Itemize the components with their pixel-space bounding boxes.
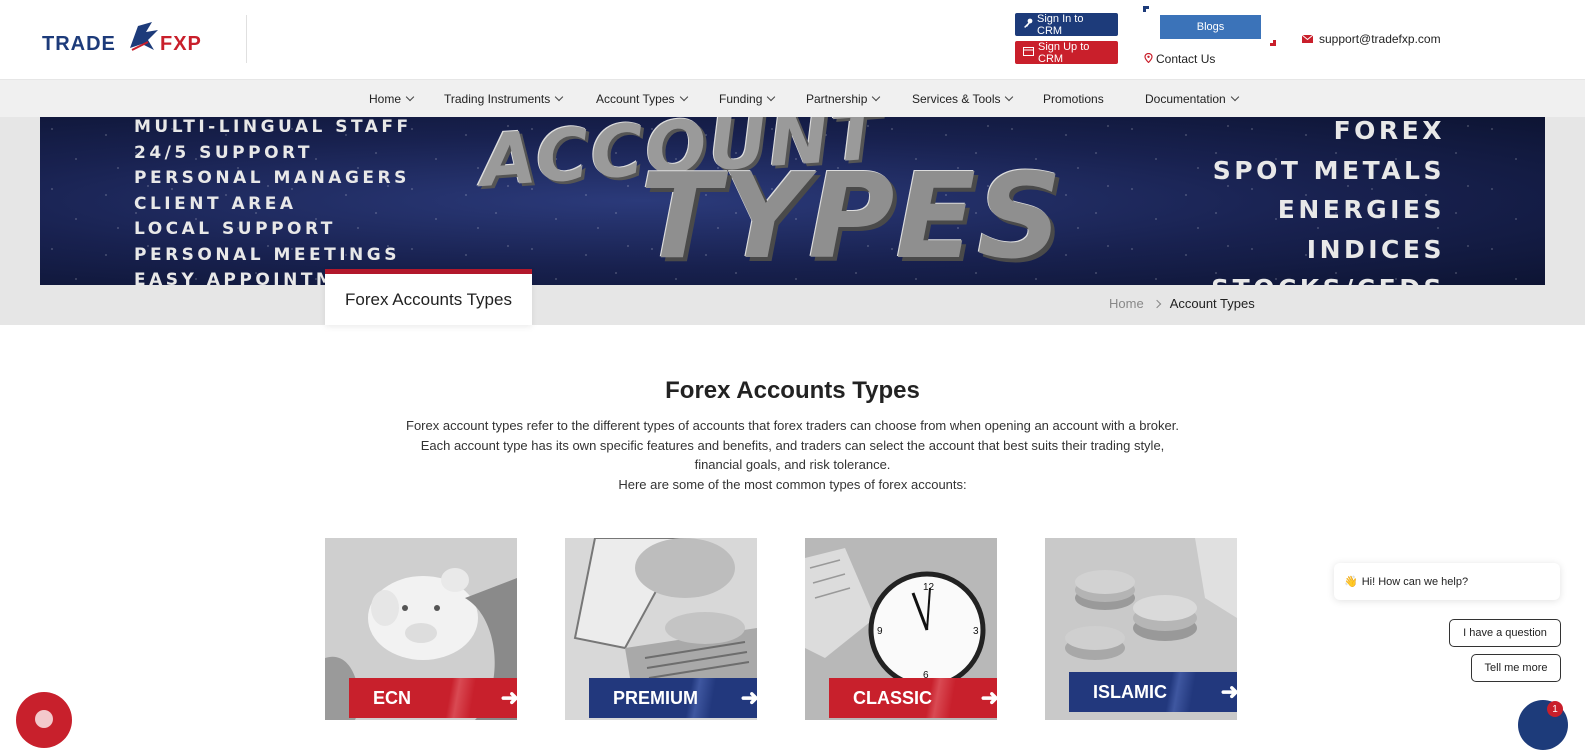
svg-text:9: 9 [877, 626, 883, 637]
waving-hand-icon: 👋 [1344, 576, 1358, 588]
banner-instrument: ENERGIES [1277, 195, 1445, 224]
banner-feature: MULTI-LINGUAL STAFF [134, 117, 412, 137]
nav-label: Partnership [806, 91, 868, 106]
nav-item-services-tools[interactable]: Services & Tools [912, 80, 1014, 117]
account-types-banner: MULTI-LINGUAL STAFF 24/5 SUPPORT PERSONA… [40, 117, 1545, 285]
nav-item-documentation[interactable]: Documentation [1145, 80, 1239, 117]
nav-item-account-types[interactable]: Account Types [596, 80, 688, 117]
card-title: ECN [373, 687, 412, 708]
blogs-button[interactable]: Blogs [1160, 15, 1261, 39]
key-icon [1023, 18, 1033, 31]
nav-item-home[interactable]: Home [369, 80, 415, 117]
chevron-down-icon [405, 92, 415, 101]
email-link[interactable]: support@tradefxp.com [1301, 32, 1441, 46]
contact-us-link[interactable]: Contact Us [1144, 52, 1215, 66]
envelope-icon [1301, 32, 1314, 46]
chat-greeting-bubble: 👋 Hi! How can we help? [1334, 563, 1560, 600]
chat-option-tell-more[interactable]: Tell me more [1471, 654, 1561, 682]
ecn-label-bar[interactable]: ECN ➜ [349, 678, 517, 718]
header-divider [246, 15, 247, 63]
tradefxp-logo[interactable]: TRADE FXP [42, 20, 222, 60]
chevron-down-icon [872, 92, 881, 101]
arrow-right-icon: ➜ [500, 685, 517, 710]
banner-instrument-list: FOREX SPOT METALS ENERGIES INDICES STOCK… [1211, 117, 1445, 285]
arrow-right-icon: ➜ [980, 685, 997, 710]
floating-button-icon [35, 710, 53, 728]
nav-item-trading-instruments[interactable]: Trading Instruments [444, 80, 564, 117]
nav-item-promotions[interactable]: Promotions [1043, 80, 1104, 117]
page-title-tab: Forex Accounts Types [325, 269, 532, 325]
unread-badge: 1 [1547, 701, 1563, 717]
section-heading: Forex Accounts Types [665, 377, 920, 404]
nav-label: Trading Instruments [444, 91, 551, 106]
email-address: support@tradefxp.com [1319, 32, 1441, 46]
breadcrumb-current: Account Types [1169, 296, 1255, 311]
main-navigation: Home Trading Instruments Account Types F… [0, 80, 1585, 117]
chevron-down-icon [679, 92, 688, 101]
nav-item-partnership[interactable]: Partnership [806, 80, 881, 117]
sign-in-crm-button[interactable]: Sign In to CRM [1015, 12, 1118, 37]
svg-text:3: 3 [973, 626, 979, 637]
nav-label: Promotions [1043, 91, 1104, 106]
sign-up-label: Sign Up to CRM [1038, 40, 1090, 65]
account-card-ecn[interactable]: ECN ➜ [325, 538, 517, 720]
nav-label: Services & Tools [912, 91, 1001, 106]
chevron-right-icon [1152, 299, 1161, 308]
banner-feature: CLIENT AREA [134, 193, 297, 214]
contact-us-label: Contact Us [1156, 52, 1216, 66]
banner-feature: 24/5 SUPPORT [134, 142, 313, 163]
arrow-right-icon: ➜ [740, 685, 757, 710]
nav-label: Home [369, 91, 402, 106]
chevron-down-icon [555, 92, 564, 101]
card-title: CLASSIC [853, 687, 933, 708]
banner-feature: PERSONAL MANAGERS [134, 168, 410, 188]
breadcrumb-home-link[interactable]: Home [1109, 296, 1144, 311]
classic-label-bar[interactable]: CLASSIC ➜ [829, 678, 997, 718]
banner-instrument: SPOT METALS [1212, 155, 1445, 185]
svg-text:12: 12 [923, 582, 935, 593]
card-title: PREMIUM [613, 687, 698, 708]
chevron-down-icon [1005, 92, 1014, 101]
banner-feature: PERSONAL MEETINGS [134, 244, 400, 265]
chevron-down-icon [1230, 92, 1239, 101]
nav-label: Account Types [596, 91, 675, 106]
account-card-islamic[interactable]: ISLAMIC ➜ [1045, 538, 1237, 720]
intro-text: Forex account types refer to the differe… [400, 416, 1185, 494]
card-icon [1023, 46, 1034, 59]
card-title: ISLAMIC [1093, 681, 1167, 702]
arrow-right-icon: ➜ [1220, 679, 1237, 704]
nav-label: Documentation [1145, 91, 1226, 106]
account-card-classic[interactable]: 12 3 6 9 CLASSIC ➜ [805, 538, 997, 720]
nav-label: Funding [719, 91, 763, 106]
site-header: TRADE FXP Sign In to CRM Sign Up to CRM … [0, 0, 1585, 80]
chat-option-question[interactable]: I have a question [1449, 619, 1561, 647]
islamic-label-bar[interactable]: ISLAMIC ➜ [1069, 672, 1237, 712]
decorative-corner [1143, 6, 1149, 12]
banner-instrument: INDICES [1306, 234, 1445, 264]
intro-paragraph: Forex account types refer to the differe… [406, 418, 1179, 472]
decorative-corner [1270, 40, 1276, 46]
banner-instrument: STOCKS/CFDS [1211, 269, 1445, 285]
sign-up-crm-button[interactable]: Sign Up to CRM [1015, 40, 1118, 65]
breadcrumb: Home Account Types [1109, 296, 1255, 311]
svg-text:TRADE: TRADE [42, 33, 116, 55]
premium-label-bar[interactable]: PREMIUM ➜ [589, 678, 757, 718]
banner-feature: LOCAL SUPPORT [134, 219, 336, 239]
banner-feature-list: MULTI-LINGUAL STAFF 24/5 SUPPORT PERSONA… [134, 117, 412, 285]
svg-text:FXP: FXP [160, 33, 202, 55]
chevron-down-icon [767, 92, 776, 101]
nav-item-funding[interactable]: Funding [719, 80, 776, 117]
banner-title-types: TYPES [640, 147, 1064, 285]
account-card-premium[interactable]: PREMIUM ➜ [565, 538, 757, 720]
map-pin-icon [1144, 52, 1153, 66]
sign-in-label: Sign In to CRM [1037, 12, 1084, 37]
intro-lead-in: Here are some of the most common types o… [618, 476, 967, 492]
chat-greeting-text: Hi! How can we help? [1361, 575, 1469, 588]
banner-instrument: FOREX [1333, 117, 1445, 145]
